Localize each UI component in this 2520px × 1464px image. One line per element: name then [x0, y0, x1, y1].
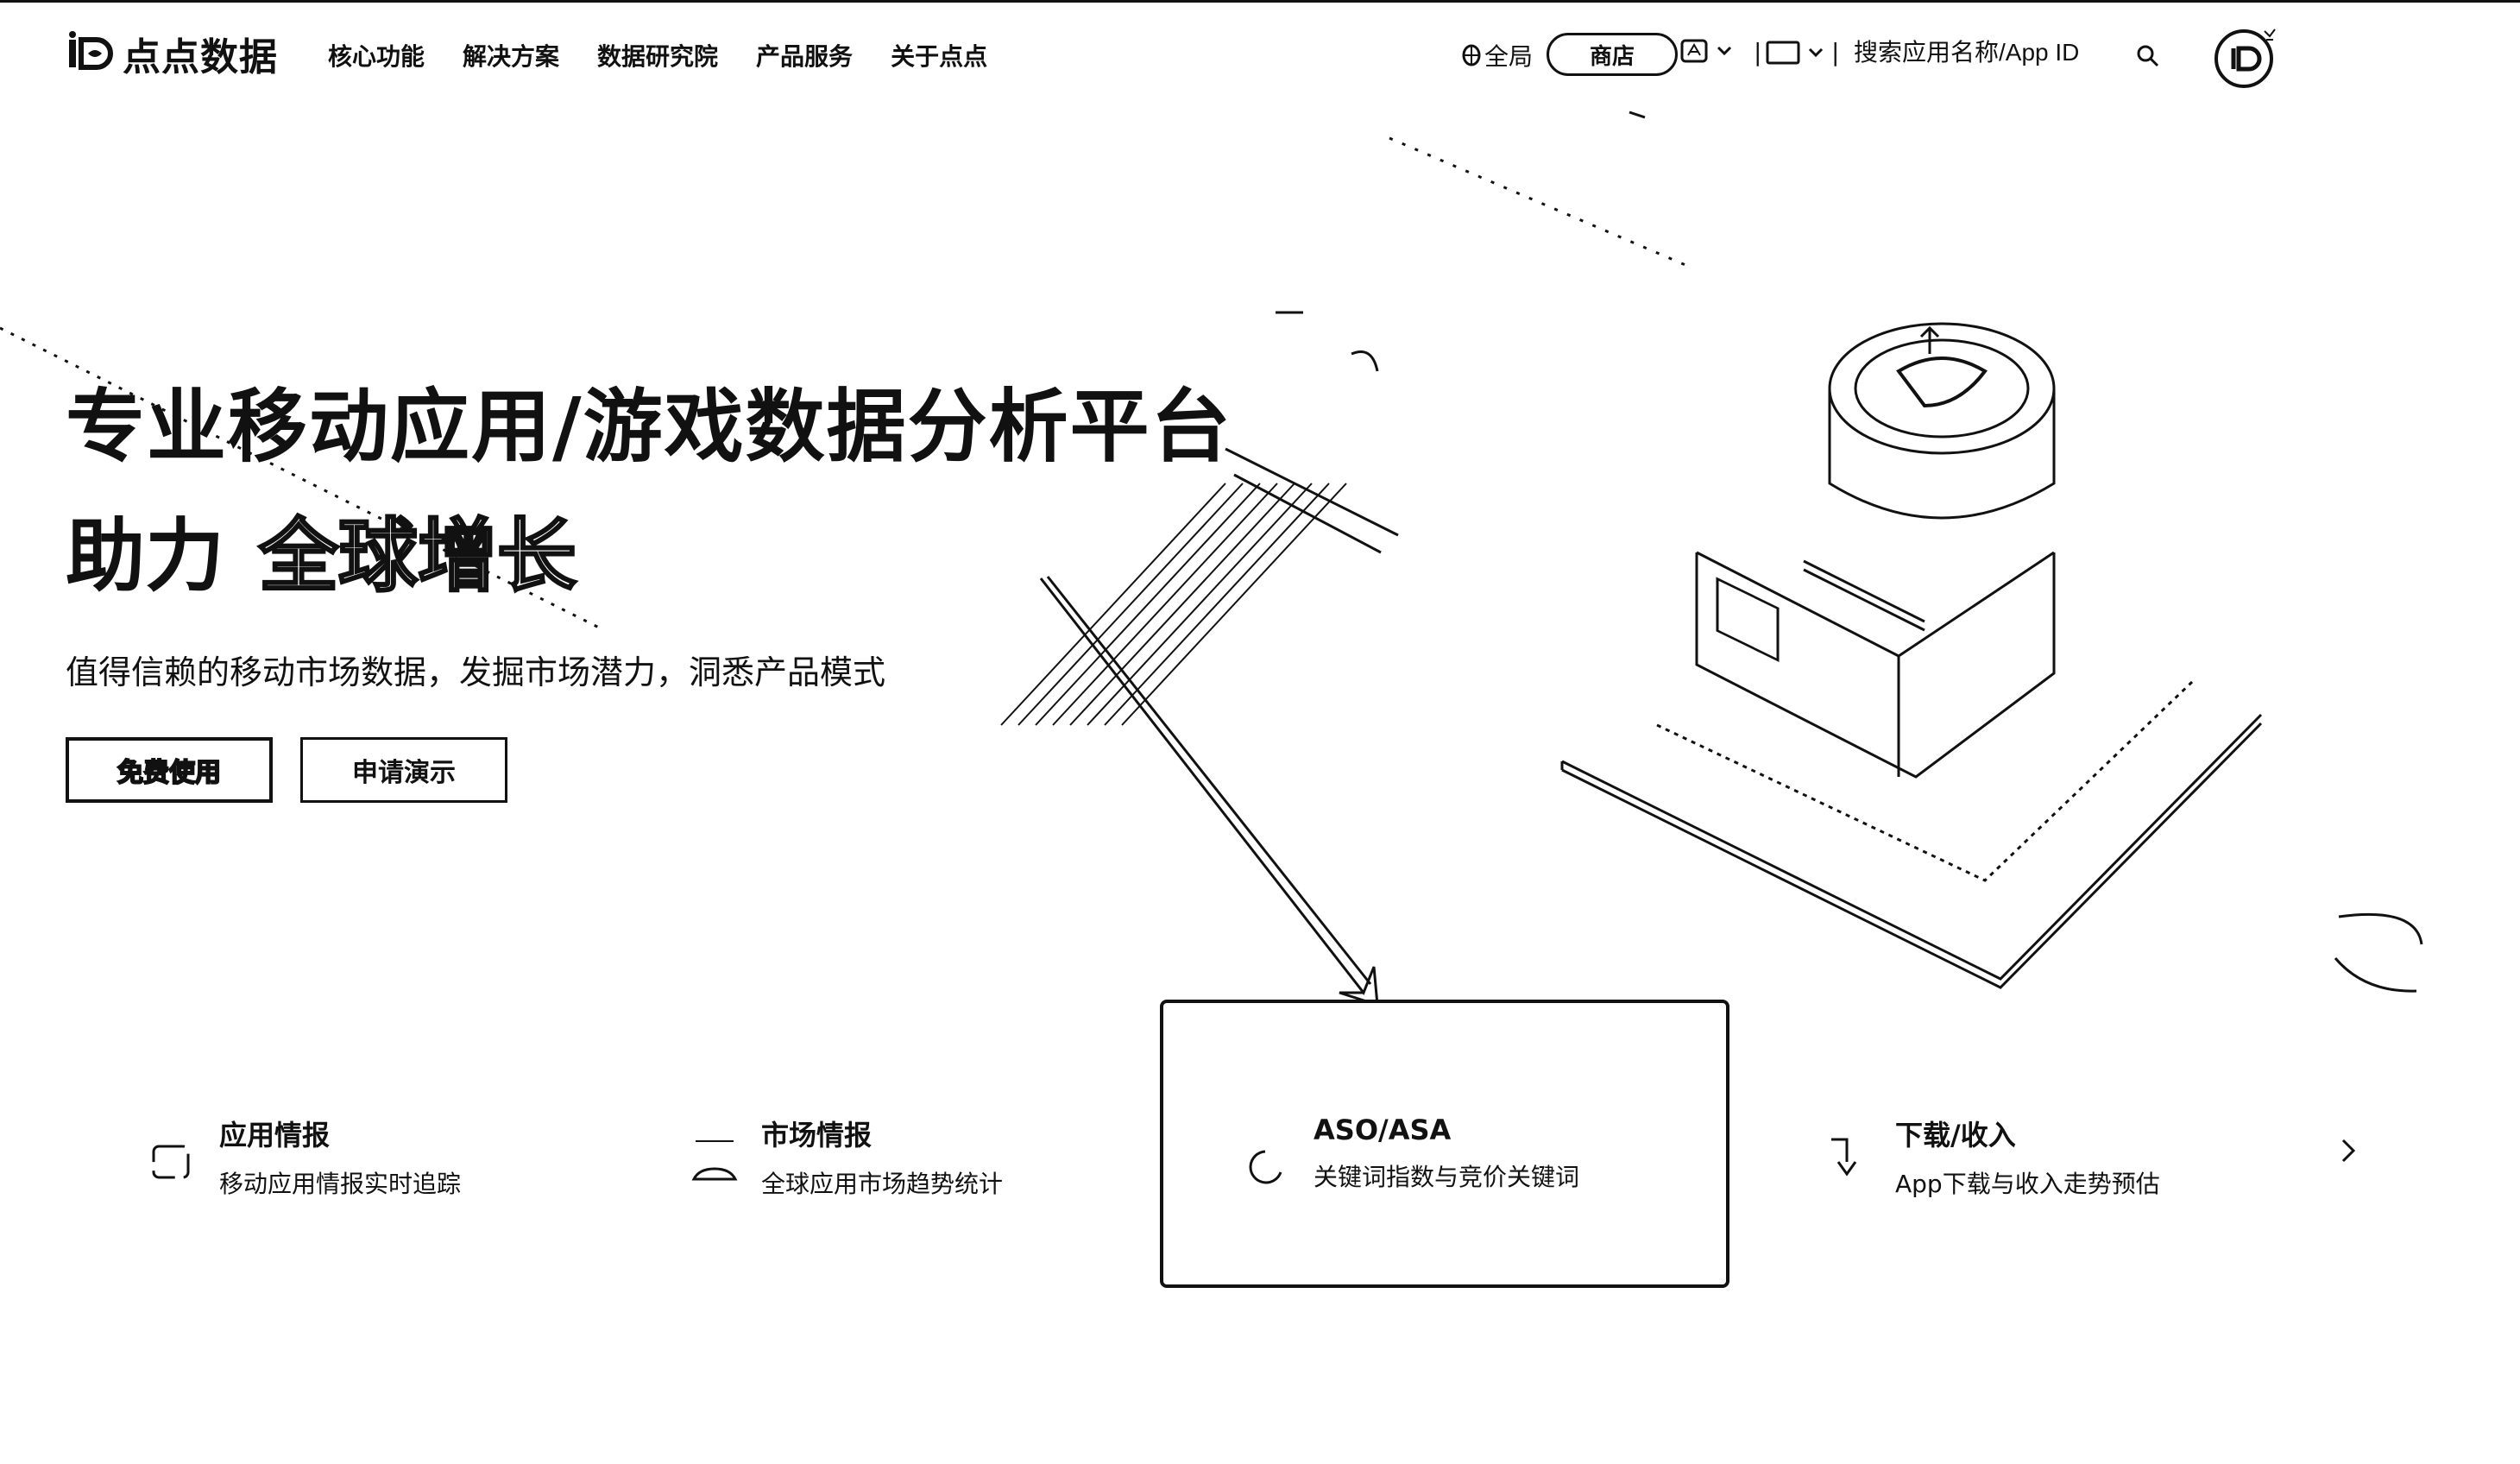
app-store-icon	[1680, 39, 1708, 63]
platform-selector[interactable]	[1679, 38, 1733, 64]
feature-aso-asa[interactable]: ASO/ASA 关键词指数与竞价关键词	[1243, 1114, 1579, 1193]
globe-icon	[1462, 44, 1481, 66]
chevron-down-icon	[1808, 47, 1824, 57]
request-demo-label: 申请演示	[352, 758, 456, 788]
top-border	[0, 0, 2520, 3]
separator: |	[1754, 38, 1762, 66]
feature-title: ASO/ASA	[1314, 1114, 1452, 1146]
hero-subtitle: 助力 全球增长	[66, 492, 578, 607]
feature-download-revenue[interactable]: 下载/收入 App下载与收入走势预估	[1824, 1114, 2160, 1200]
logo-text: 点点数据	[123, 35, 278, 79]
nav-research[interactable]: 数据研究院	[597, 38, 718, 73]
hero-description: 值得信赖的移动市场数据，发掘市场潜力，洞悉产品模式	[66, 653, 886, 691]
nav-products[interactable]: 产品服务	[756, 38, 853, 73]
hero-subtitle-outline: 全球增长	[258, 509, 578, 604]
app-icon	[152, 1145, 190, 1179]
feature-desc: 移动应用情报实时追踪	[219, 1170, 462, 1198]
feature-market-intel[interactable]: 市场情报 全球应用市场趋势统计	[690, 1114, 1003, 1200]
feature-desc: 关键词指数与竞价关键词	[1314, 1163, 1580, 1191]
free-trial-button[interactable]: 免费使用	[66, 737, 273, 803]
device-selector[interactable]: |	[1766, 38, 1839, 66]
feature-title: 市场情报	[761, 1119, 873, 1152]
main-nav: 核心功能 解决方案 数据研究院 产品服务 关于点点	[328, 38, 987, 73]
feature-desc: App下载与收入走势预估	[1895, 1170, 2160, 1198]
logo-icon	[69, 31, 113, 70]
logo[interactable]: 点点数据	[66, 26, 278, 81]
feature-title: 应用情报	[219, 1119, 331, 1152]
request-demo-button[interactable]: 申请演示	[300, 737, 507, 803]
market-icon	[691, 1140, 738, 1181]
region-selector[interactable]: 全局	[1462, 38, 1533, 73]
separator: |	[1831, 38, 1840, 66]
hero-subtitle-plain: 助力	[66, 510, 225, 603]
hero-title: 专业移动应用/游戏数据分析平台	[66, 381, 1232, 473]
feature-app-intel[interactable]: 应用情报 移动应用情报实时追踪	[148, 1114, 461, 1200]
feature-desc: 全球应用市场趋势统计	[761, 1170, 1004, 1198]
chevron-right-icon[interactable]	[2335, 1136, 2361, 1165]
nav-core-features[interactable]: 核心功能	[328, 38, 425, 73]
chevron-down-icon	[1717, 46, 1732, 56]
keyword-icon	[1249, 1150, 1282, 1184]
search-icon[interactable]	[2135, 43, 2161, 69]
nav-about[interactable]: 关于点点	[891, 38, 987, 73]
device-icon	[1766, 41, 1800, 64]
search-box	[1852, 38, 2180, 67]
free-trial-label: 免费使用	[117, 757, 222, 789]
nav-solutions[interactable]: 解决方案	[463, 38, 559, 73]
store-label: 商店	[1589, 43, 1635, 70]
download-icon	[1831, 1138, 1857, 1177]
user-avatar[interactable]	[2213, 24, 2278, 90]
feature-title: 下载/收入	[1895, 1119, 2016, 1152]
search-input[interactable]	[1852, 38, 2149, 67]
region-label: 全局	[1484, 42, 1534, 71]
store-toggle[interactable]: 商店	[1547, 33, 1678, 76]
